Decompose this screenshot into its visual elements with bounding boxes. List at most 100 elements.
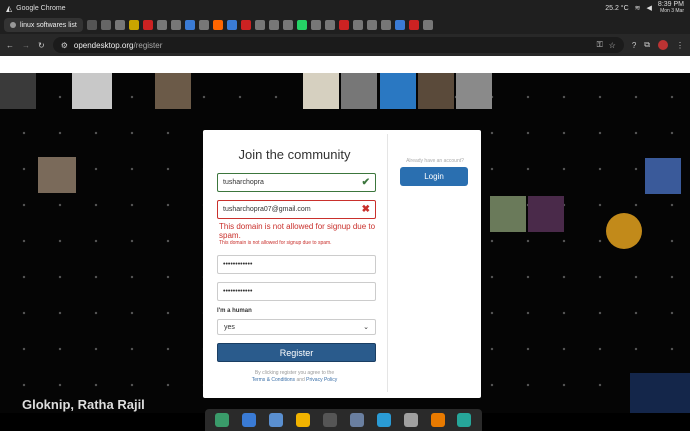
- avatar-tile: [490, 196, 526, 232]
- page-header-band: [0, 56, 690, 73]
- terms-links-line: Terms & Conditions and Privacy Policy: [203, 377, 386, 384]
- tab-favicon-icon[interactable]: [240, 20, 251, 30]
- extensions-icon[interactable]: ⧉: [644, 40, 650, 50]
- tab-favicon-icon[interactable]: [338, 20, 349, 30]
- password-confirm-value: ••••••••••••: [223, 288, 253, 295]
- email-error-message: This domain is not allowed for signup du…: [219, 222, 376, 240]
- profile-avatar-icon[interactable]: [658, 40, 668, 50]
- background-caption: Gloknip, Ratha Rajil: [22, 397, 145, 412]
- system-tray: 25.2 °C ≋ ◀ 8:39 PM Mon 3 Mar: [605, 1, 684, 15]
- tab-favicon-icon[interactable]: [212, 20, 223, 30]
- password-value: ••••••••••••: [223, 261, 253, 268]
- volume-icon[interactable]: ◀: [647, 4, 652, 12]
- dock-app-icon[interactable]: [215, 413, 230, 427]
- tab-favicon-icon[interactable]: [408, 20, 419, 30]
- avatar-tile: [418, 73, 454, 109]
- avatar-tile: [528, 196, 564, 232]
- avatar-tile: [0, 73, 36, 109]
- dock-app-icon[interactable]: [430, 413, 445, 427]
- temperature: 25.2 °C: [605, 4, 629, 12]
- tab-active[interactable]: linux softwares list: [4, 18, 83, 32]
- tab-favicon-icon[interactable]: [128, 20, 139, 30]
- dock-app-icon[interactable]: [349, 413, 364, 427]
- tab-favicon-icon[interactable]: [198, 20, 209, 30]
- clock-date: Mon 3 Mar: [660, 8, 684, 14]
- screen: ◭ Google Chrome 25.2 °C ≋ ◀ 8:39 PM Mon …: [0, 0, 690, 431]
- tab-favicon-icon[interactable]: [380, 20, 391, 30]
- chevron-down-icon: ⌄: [363, 324, 369, 331]
- tab-favicon-icon[interactable]: [310, 20, 321, 30]
- login-button[interactable]: Login: [400, 167, 468, 186]
- tab-favicon-icon[interactable]: [142, 20, 153, 30]
- wifi-icon[interactable]: ≋: [635, 4, 641, 12]
- site-info-icon[interactable]: ⚙: [61, 41, 68, 50]
- dock-app-icon[interactable]: [242, 413, 257, 427]
- tab-favicon-icon[interactable]: [324, 20, 335, 30]
- privacy-link[interactable]: Privacy Policy: [306, 377, 337, 383]
- tab-favicon-icon[interactable]: [100, 20, 111, 30]
- avatar-tile: [456, 73, 492, 109]
- avatar-tile: [645, 158, 681, 194]
- tab-favicon-icon[interactable]: [226, 20, 237, 30]
- tab-label: linux softwares list: [20, 21, 77, 29]
- clock[interactable]: 8:39 PM Mon 3 Mar: [658, 1, 684, 15]
- error-x-icon: ✖: [361, 204, 370, 215]
- username-field[interactable]: tusharchopra ✔: [217, 173, 376, 192]
- tab-favicon-icon[interactable]: [254, 20, 265, 30]
- avatar-tile: [72, 73, 112, 109]
- tab-favicon-icon[interactable]: [282, 20, 293, 30]
- dock-app-icon[interactable]: [376, 413, 391, 427]
- password-field[interactable]: ••••••••••••: [217, 255, 376, 274]
- dock-app-icon[interactable]: [457, 413, 472, 427]
- url-path: /register: [133, 40, 163, 50]
- email-field[interactable]: tusharchopra07@gmail.com ✖: [217, 200, 376, 219]
- modal-divider: [387, 134, 388, 392]
- active-app[interactable]: ◭ Google Chrome: [6, 4, 66, 13]
- forward-icon[interactable]: →: [22, 41, 30, 50]
- tab-strip: linux softwares list: [0, 16, 690, 34]
- tab-favicon-icon[interactable]: [352, 20, 363, 30]
- reload-icon[interactable]: ↻: [38, 41, 45, 50]
- register-button[interactable]: Register: [217, 343, 376, 362]
- human-check-value: yes: [224, 323, 235, 331]
- password-confirm-field[interactable]: ••••••••••••: [217, 282, 376, 301]
- menu-icon[interactable]: ⋮: [676, 41, 684, 50]
- url-field[interactable]: ⚙ opendesktop.org/register ⚿ ☆: [52, 37, 624, 53]
- back-icon[interactable]: ←: [6, 41, 14, 50]
- dock-app-icon[interactable]: [403, 413, 418, 427]
- app-name: Google Chrome: [16, 4, 66, 12]
- username-value: tusharchopra: [223, 179, 264, 186]
- dock-app-icon[interactable]: [323, 413, 337, 427]
- already-have-account-text: Already have an account?: [406, 158, 464, 164]
- tab-favicon-icon[interactable]: [156, 20, 167, 30]
- human-check-select[interactable]: yes ⌄: [217, 319, 376, 335]
- tab-favicon-icon[interactable]: [296, 20, 307, 30]
- modal-title: Join the community: [238, 147, 351, 162]
- dock-app-icon[interactable]: [269, 413, 284, 427]
- tab-favicon-icon[interactable]: [366, 20, 377, 30]
- avatar-tile: [155, 73, 191, 109]
- help-icon[interactable]: ?: [632, 41, 636, 50]
- avatar-tile: [630, 373, 690, 413]
- key-icon[interactable]: ⚿: [597, 40, 603, 50]
- terms-link[interactable]: Terms & Conditions: [252, 377, 295, 383]
- tab-favicon-icon[interactable]: [170, 20, 181, 30]
- tab-favicon-icon[interactable]: [422, 20, 433, 30]
- url-host: opendesktop.org: [73, 40, 134, 50]
- terms-prefix: By clicking register you agree to the: [254, 370, 335, 376]
- activities-icon: ◭: [6, 3, 13, 13]
- tab-favicon-icon[interactable]: [394, 20, 405, 30]
- os-top-bar: ◭ Google Chrome 25.2 °C ≋ ◀ 8:39 PM Mon …: [0, 0, 690, 16]
- terms-notice: By clicking register you agree to the Te…: [203, 370, 386, 384]
- bookmark-star-icon[interactable]: ☆: [609, 41, 616, 50]
- tab-favicon-icon[interactable]: [114, 20, 125, 30]
- login-panel: Already have an account? Login: [389, 130, 481, 398]
- dock-app-icon[interactable]: [296, 413, 311, 427]
- tab-favicon-icon[interactable]: [184, 20, 195, 30]
- tab-favicon-icon[interactable]: [86, 20, 97, 30]
- email-value: tusharchopra07@gmail.com: [223, 206, 311, 213]
- tab-favicon-icon[interactable]: [268, 20, 279, 30]
- avatar-tile: [341, 73, 377, 109]
- avatar-tile: [606, 213, 642, 249]
- taskbar-dock: [205, 409, 482, 431]
